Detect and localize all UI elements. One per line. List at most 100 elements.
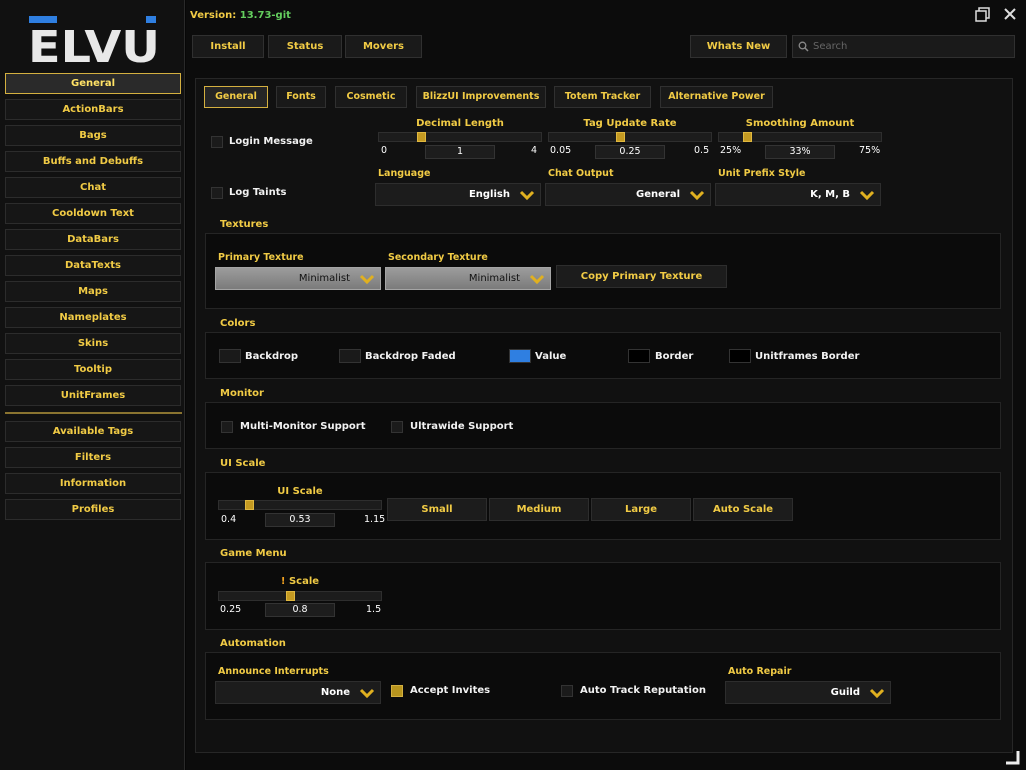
- primary-texture-label: Primary Texture: [218, 252, 304, 263]
- colors-group: [205, 332, 1001, 379]
- backdrop-color-label: Backdrop: [245, 351, 299, 362]
- sidebar-item-information[interactable]: Information: [5, 473, 181, 494]
- slider-thumb[interactable]: [245, 500, 254, 510]
- decimal-length-slider[interactable]: [378, 132, 542, 142]
- sidebar-item-datatexts[interactable]: DataTexts: [5, 255, 181, 276]
- tab-general[interactable]: General: [204, 86, 268, 108]
- movers-button[interactable]: Movers: [345, 35, 422, 58]
- unit-prefix-style-dropdown[interactable]: K, M, B: [715, 183, 881, 206]
- search-icon: [798, 41, 809, 52]
- tab-totem-tracker[interactable]: Totem Tracker: [554, 86, 651, 108]
- ui-scale-label: UI Scale: [277, 486, 323, 497]
- textures-title: Textures: [220, 219, 269, 230]
- ultrawide-checkbox[interactable]: [391, 421, 403, 433]
- ui-scale-large-button[interactable]: Large: [591, 498, 691, 521]
- monitor-title: Monitor: [220, 388, 264, 399]
- sidebar-item-actionbars[interactable]: ActionBars: [5, 99, 181, 120]
- restore-icon[interactable]: [975, 7, 991, 23]
- sidebar-item-bags[interactable]: Bags: [5, 125, 181, 146]
- border-color-swatch[interactable]: [628, 349, 650, 363]
- announce-interrupts-dropdown[interactable]: None: [215, 681, 381, 704]
- game-menu-scale-slider[interactable]: [218, 591, 382, 601]
- close-icon[interactable]: [1003, 7, 1017, 21]
- ui-scale-small-button[interactable]: Small: [387, 498, 487, 521]
- secondary-texture-label: Secondary Texture: [388, 252, 488, 263]
- sidebar-item-profiles[interactable]: Profiles: [5, 499, 181, 520]
- primary-texture-dropdown[interactable]: Minimalist: [215, 267, 381, 290]
- slider-thumb[interactable]: [743, 132, 752, 142]
- chevron-down-icon: [689, 190, 705, 201]
- backdrop-color-swatch[interactable]: [219, 349, 241, 363]
- log-taints-checkbox[interactable]: [211, 187, 223, 199]
- sidebar-item-databars[interactable]: DataBars: [5, 229, 181, 250]
- sidebar-item-cooldown-text[interactable]: Cooldown Text: [5, 203, 181, 224]
- automation-title: Automation: [220, 638, 286, 649]
- tab-blizzui-improvements[interactable]: BlizzUI Improvements: [416, 86, 546, 108]
- warning-icon: !: [280, 576, 289, 587]
- sidebar-item-skins[interactable]: Skins: [5, 333, 181, 354]
- sidebar-item-filters[interactable]: Filters: [5, 447, 181, 468]
- sidebar-item-unitframes[interactable]: UnitFrames: [5, 385, 181, 406]
- language-label: Language: [378, 168, 431, 179]
- multi-monitor-label: Multi-Monitor Support: [240, 421, 366, 432]
- tab-alternative-power[interactable]: Alternative Power: [660, 86, 773, 108]
- ultrawide-label: Ultrawide Support: [410, 421, 514, 432]
- sidebar-item-general[interactable]: General: [5, 73, 181, 94]
- copy-primary-texture-button[interactable]: Copy Primary Texture: [556, 265, 727, 288]
- ui-scale-medium-button[interactable]: Medium: [489, 498, 589, 521]
- slider-min: 25%: [720, 145, 742, 156]
- status-button[interactable]: Status: [268, 35, 342, 58]
- slider-max: 1.5: [366, 604, 382, 615]
- sidebar-item-tooltip[interactable]: Tooltip: [5, 359, 181, 380]
- slider-max: 4: [531, 145, 538, 156]
- sidebar-item-buffs-and-debuffs[interactable]: Buffs and Debuffs: [5, 151, 181, 172]
- slider-thumb[interactable]: [286, 591, 295, 601]
- tab-fonts[interactable]: Fonts: [276, 86, 326, 108]
- game-menu-scale-label: ! Scale: [280, 576, 320, 587]
- chevron-down-icon: [869, 688, 885, 699]
- sidebar-item-chat[interactable]: Chat: [5, 177, 181, 198]
- ui-scale-value[interactable]: 0.53: [265, 513, 335, 527]
- slider-max: 0.5: [694, 145, 710, 156]
- svg-text:ELVU: ELVU: [28, 22, 160, 66]
- slider-min: 0.4: [221, 514, 237, 525]
- resize-grip-icon[interactable]: [1004, 749, 1020, 765]
- tag-update-rate-slider[interactable]: [548, 132, 712, 142]
- whats-new-button[interactable]: Whats New: [690, 35, 787, 58]
- auto-repair-dropdown[interactable]: Guild: [725, 681, 891, 704]
- tag-update-rate-value[interactable]: 0.25: [595, 145, 665, 159]
- search-input[interactable]: Search: [792, 35, 1015, 58]
- smoothing-amount-value[interactable]: 33%: [765, 145, 835, 159]
- sidebar-item-maps[interactable]: Maps: [5, 281, 181, 302]
- value-color-swatch[interactable]: [509, 349, 531, 363]
- sidebar-item-nameplates[interactable]: Nameplates: [5, 307, 181, 328]
- sidebar-item-available-tags[interactable]: Available Tags: [5, 421, 181, 442]
- backdrop-faded-color-swatch[interactable]: [339, 349, 361, 363]
- tag-update-rate-label: Tag Update Rate: [583, 118, 677, 129]
- slider-thumb[interactable]: [616, 132, 625, 142]
- chevron-down-icon: [359, 688, 375, 699]
- slider-max: 1.15: [364, 514, 386, 525]
- ui-scale-auto-button[interactable]: Auto Scale: [693, 498, 793, 521]
- multi-monitor-checkbox[interactable]: [221, 421, 233, 433]
- sidebar-divider: [5, 412, 182, 414]
- log-taints-label: Log Taints: [229, 187, 287, 198]
- secondary-texture-dropdown[interactable]: Minimalist: [385, 267, 551, 290]
- game-menu-scale-value[interactable]: 0.8: [265, 603, 335, 617]
- login-message-checkbox[interactable]: [211, 136, 223, 148]
- install-button[interactable]: Install: [192, 35, 264, 58]
- language-dropdown[interactable]: English: [375, 183, 541, 206]
- decimal-length-value[interactable]: 1: [425, 145, 495, 159]
- ui-scale-slider[interactable]: [218, 500, 382, 510]
- tab-cosmetic[interactable]: Cosmetic: [335, 86, 407, 108]
- version-text: Version: 13.73-git: [190, 10, 291, 21]
- unitframes-border-color-swatch[interactable]: [729, 349, 751, 363]
- announce-interrupts-label: Announce Interrupts: [218, 666, 329, 677]
- chevron-down-icon: [529, 274, 545, 285]
- chevron-down-icon: [519, 190, 535, 201]
- smoothing-amount-slider[interactable]: [718, 132, 882, 142]
- auto-track-reputation-checkbox[interactable]: [561, 685, 573, 697]
- accept-invites-checkbox[interactable]: [391, 685, 403, 697]
- chat-output-dropdown[interactable]: General: [545, 183, 711, 206]
- slider-thumb[interactable]: [417, 132, 426, 142]
